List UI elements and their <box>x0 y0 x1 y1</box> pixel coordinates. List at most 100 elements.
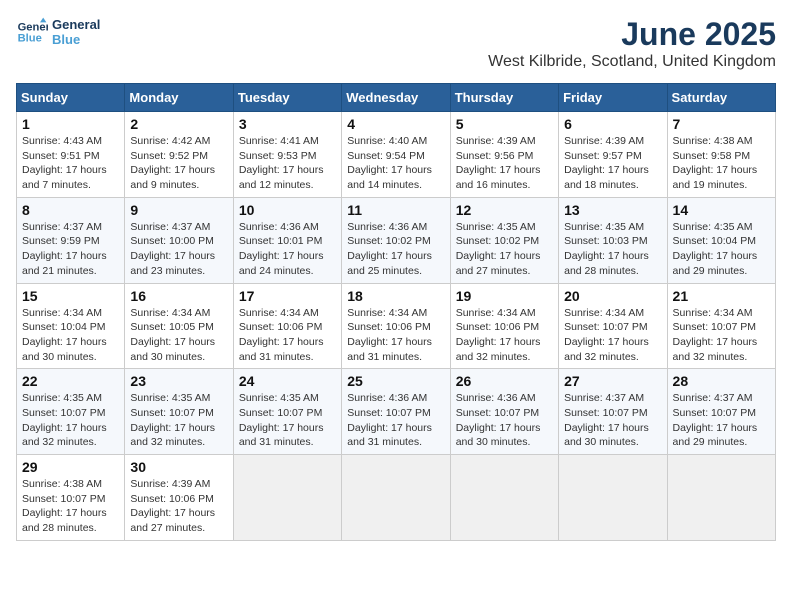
day-detail: Sunrise: 4:36 AMSunset: 10:07 PMDaylight… <box>456 391 553 450</box>
day-number: 21 <box>673 288 770 304</box>
day-cell: 5Sunrise: 4:39 AMSunset: 9:56 PMDaylight… <box>450 112 558 198</box>
day-cell: 2 Sunrise: 4:42 AMSunset: 9:52 PMDaylight… <box>125 112 233 198</box>
logo-line2: Blue <box>52 32 100 47</box>
day-number: 29 <box>22 459 119 475</box>
day-detail: Sunrise: 4:35 AMSunset: 10:02 PMDaylight… <box>456 220 553 279</box>
day-cell: 19Sunrise: 4:34 AMSunset: 10:06 PMDaylig… <box>450 283 558 369</box>
day-cell: 24Sunrise: 4:35 AMSunset: 10:07 PMDaylig… <box>233 369 341 455</box>
day-detail: Sunrise: 4:34 AMSunset: 10:07 PMDaylight… <box>564 306 661 365</box>
day-detail: Sunrise: 4:34 AMSunset: 10:06 PMDaylight… <box>239 306 336 365</box>
day-cell: 27 Sunrise: 4:37 AMSunset: 10:07 PMDaylig… <box>559 369 667 455</box>
day-cell: 26 Sunrise: 4:36 AMSunset: 10:07 PMDaylig… <box>450 369 558 455</box>
day-cell: 29 Sunrise: 4:38 AMSunset: 10:07 PMDaylig… <box>17 455 125 541</box>
logo-line1: General <box>52 17 100 32</box>
header-monday: Monday <box>125 84 233 112</box>
day-number: 2 <box>130 116 227 132</box>
day-detail: Sunrise: 4:34 AMSunset: 10:05 PMDaylight… <box>130 306 227 365</box>
header-friday: Friday <box>559 84 667 112</box>
day-detail: Sunrise: 4:36 AMSunset: 10:01 PMDaylight… <box>239 220 336 279</box>
day-detail: Sunrise: 4:35 AMSunset: 10:04 PMDaylight… <box>673 220 770 279</box>
day-detail: Sunrise: 4:34 AMSunset: 10:07 PMDaylight… <box>673 306 770 365</box>
day-cell: 20 Sunrise: 4:34 AMSunset: 10:07 PMDaylig… <box>559 283 667 369</box>
day-cell: 4Sunrise: 4:40 AMSunset: 9:54 PMDaylight… <box>342 112 450 198</box>
day-detail: Sunrise: 4:37 AMSunset: 10:07 PMDaylight… <box>564 391 661 450</box>
day-number: 18 <box>347 288 444 304</box>
day-detail: Sunrise: 4:35 AMSunset: 10:07 PMDaylight… <box>130 391 227 450</box>
week-row-3: 15 Sunrise: 4:34 AMSunset: 10:04 PMDaylig… <box>17 283 776 369</box>
day-cell: 8Sunrise: 4:37 AMSunset: 9:59 PMDaylight… <box>17 197 125 283</box>
day-number: 7 <box>673 116 770 132</box>
day-detail: Sunrise: 4:41 AMSunset: 9:53 PMDaylight:… <box>239 134 336 193</box>
day-cell: 23 Sunrise: 4:35 AMSunset: 10:07 PMDaylig… <box>125 369 233 455</box>
header-thursday: Thursday <box>450 84 558 112</box>
day-number: 19 <box>456 288 553 304</box>
day-cell: 10 Sunrise: 4:36 AMSunset: 10:01 PMDaylig… <box>233 197 341 283</box>
day-number: 30 <box>130 459 227 475</box>
day-detail: Sunrise: 4:37 AMSunset: 10:00 PMDaylight… <box>130 220 227 279</box>
day-number: 27 <box>564 373 661 389</box>
day-cell: 3 Sunrise: 4:41 AMSunset: 9:53 PMDaylight… <box>233 112 341 198</box>
day-detail: Sunrise: 4:39 AMSunset: 9:56 PMDaylight:… <box>456 134 553 193</box>
day-detail: Sunrise: 4:39 AMSunset: 10:06 PMDaylight… <box>130 477 227 536</box>
day-number: 17 <box>239 288 336 304</box>
day-cell <box>233 455 341 541</box>
day-cell: 11Sunrise: 4:36 AMSunset: 10:02 PMDaylig… <box>342 197 450 283</box>
week-row-5: 29 Sunrise: 4:38 AMSunset: 10:07 PMDaylig… <box>17 455 776 541</box>
day-number: 20 <box>564 288 661 304</box>
day-cell <box>342 455 450 541</box>
calendar-body: 1 Sunrise: 4:43 AMSunset: 9:51 PMDaylight… <box>17 112 776 541</box>
header-wednesday: Wednesday <box>342 84 450 112</box>
day-number: 10 <box>239 202 336 218</box>
day-detail: Sunrise: 4:43 AMSunset: 9:51 PMDaylight:… <box>22 134 119 193</box>
day-number: 6 <box>564 116 661 132</box>
day-number: 22 <box>22 373 119 389</box>
day-cell: 6 Sunrise: 4:39 AMSunset: 9:57 PMDaylight… <box>559 112 667 198</box>
day-cell <box>667 455 775 541</box>
svg-text:Blue: Blue <box>18 33 42 45</box>
day-number: 12 <box>456 202 553 218</box>
main-title: June 2025 <box>488 16 776 53</box>
week-row-4: 22 Sunrise: 4:35 AMSunset: 10:07 PMDaylig… <box>17 369 776 455</box>
week-row-2: 8Sunrise: 4:37 AMSunset: 9:59 PMDaylight… <box>17 197 776 283</box>
day-number: 23 <box>130 373 227 389</box>
day-number: 3 <box>239 116 336 132</box>
day-cell <box>450 455 558 541</box>
day-number: 15 <box>22 288 119 304</box>
calendar-table: SundayMondayTuesdayWednesdayThursdayFrid… <box>16 83 776 541</box>
day-number: 9 <box>130 202 227 218</box>
logo: General Blue General Blue <box>16 16 100 48</box>
day-cell: 22 Sunrise: 4:35 AMSunset: 10:07 PMDaylig… <box>17 369 125 455</box>
day-number: 1 <box>22 116 119 132</box>
day-cell: 30 Sunrise: 4:39 AMSunset: 10:06 PMDaylig… <box>125 455 233 541</box>
day-cell: 28Sunrise: 4:37 AMSunset: 10:07 PMDaylig… <box>667 369 775 455</box>
day-number: 25 <box>347 373 444 389</box>
day-cell: 12 Sunrise: 4:35 AMSunset: 10:02 PMDaylig… <box>450 197 558 283</box>
logo-icon: General Blue <box>16 16 48 48</box>
day-detail: Sunrise: 4:35 AMSunset: 10:07 PMDaylight… <box>22 391 119 450</box>
day-number: 14 <box>673 202 770 218</box>
day-cell: 18Sunrise: 4:34 AMSunset: 10:06 PMDaylig… <box>342 283 450 369</box>
header-tuesday: Tuesday <box>233 84 341 112</box>
day-detail: Sunrise: 4:40 AMSunset: 9:54 PMDaylight:… <box>347 134 444 193</box>
day-cell: 14 Sunrise: 4:35 AMSunset: 10:04 PMDaylig… <box>667 197 775 283</box>
day-detail: Sunrise: 4:42 AMSunset: 9:52 PMDaylight:… <box>130 134 227 193</box>
title-block: June 2025 West Kilbride, Scotland, Unite… <box>488 16 776 71</box>
calendar-header-row: SundayMondayTuesdayWednesdayThursdayFrid… <box>17 84 776 112</box>
day-detail: Sunrise: 4:36 AMSunset: 10:07 PMDaylight… <box>347 391 444 450</box>
page-header: General Blue General Blue June 2025 West… <box>16 16 776 71</box>
day-number: 11 <box>347 202 444 218</box>
day-cell: 15 Sunrise: 4:34 AMSunset: 10:04 PMDaylig… <box>17 283 125 369</box>
day-cell: 17 Sunrise: 4:34 AMSunset: 10:06 PMDaylig… <box>233 283 341 369</box>
day-detail: Sunrise: 4:35 AMSunset: 10:07 PMDaylight… <box>239 391 336 450</box>
day-cell: 7Sunrise: 4:38 AMSunset: 9:58 PMDaylight… <box>667 112 775 198</box>
subtitle: West Kilbride, Scotland, United Kingdom <box>488 53 776 71</box>
day-number: 28 <box>673 373 770 389</box>
day-detail: Sunrise: 4:39 AMSunset: 9:57 PMDaylight:… <box>564 134 661 193</box>
day-detail: Sunrise: 4:38 AMSunset: 10:07 PMDaylight… <box>22 477 119 536</box>
day-detail: Sunrise: 4:34 AMSunset: 10:04 PMDaylight… <box>22 306 119 365</box>
day-number: 13 <box>564 202 661 218</box>
day-cell: 16Sunrise: 4:34 AMSunset: 10:05 PMDaylig… <box>125 283 233 369</box>
day-cell: 21 Sunrise: 4:34 AMSunset: 10:07 PMDaylig… <box>667 283 775 369</box>
day-cell: 25 Sunrise: 4:36 AMSunset: 10:07 PMDaylig… <box>342 369 450 455</box>
day-number: 26 <box>456 373 553 389</box>
